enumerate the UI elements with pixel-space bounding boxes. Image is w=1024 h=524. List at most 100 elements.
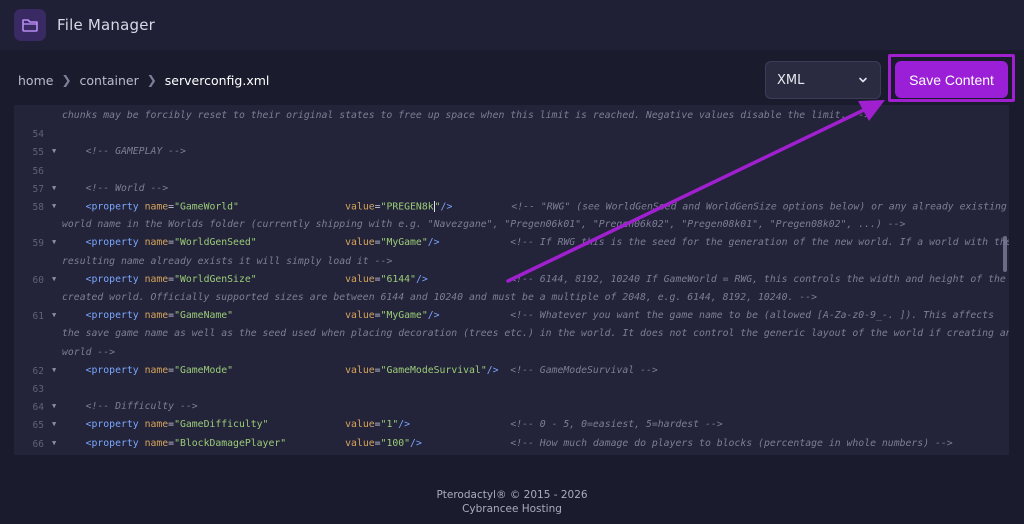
code-token: /> — [410, 437, 422, 449]
code-text: <!-- GAMEPLAY --> — [62, 146, 186, 157]
code-line[interactable]: 64 ▼ <!-- Difficulty --> — [14, 398, 1009, 416]
code-text: <property name="WorldGenSeed" value="MyG… — [62, 237, 1009, 248]
breadcrumb-home[interactable]: home — [18, 73, 53, 88]
app-title: File Manager — [57, 16, 156, 34]
footer-copyright: Pterodactyl® © 2015 - 2026 — [436, 489, 588, 501]
code-token: "MyGame" — [380, 310, 428, 322]
line-number: 62 — [32, 365, 44, 377]
code-line[interactable]: 63 — [14, 380, 1009, 398]
code-line[interactable]: 59 ▼ <property name="WorldGenSeed" value=… — [14, 234, 1009, 252]
code-token: /> — [427, 237, 440, 249]
code-token: /> — [486, 364, 499, 376]
line-number: 58 — [32, 202, 44, 213]
code-token: <!-- If RWG this is the seed for the gen… — [439, 237, 1009, 249]
top-bar: File Manager — [0, 0, 1024, 50]
code-token: world name in the Worlds folder (current… — [62, 219, 906, 231]
line-number: 66 — [32, 438, 44, 450]
code-line[interactable]: chunks may be forcibly reset to their or… — [14, 107, 1009, 125]
code-token: resulting name already exists it will si… — [62, 255, 393, 267]
fold-toggle-icon[interactable]: ▼ — [52, 275, 56, 283]
fold-toggle-icon[interactable]: ▼ — [52, 202, 56, 210]
code-text: <property name="GameMode" value="GameMod… — [62, 365, 658, 376]
code-line[interactable]: the save game name as well as the seed u… — [14, 325, 1009, 343]
fold-toggle-icon[interactable]: ▼ — [52, 184, 56, 192]
code-line[interactable]: 55 ▼ <!-- GAMEPLAY --> — [14, 143, 1009, 161]
code-token: value — [345, 419, 375, 431]
code-text: <property name="GameName" value="MyGame"… — [62, 310, 994, 321]
code-line[interactable]: 61 ▼ <property name="GameName" value="MyG… — [14, 307, 1009, 325]
line-number: 63 — [32, 384, 44, 395]
code-line[interactable]: 62 ▼ <property name="GameMode" value="Gam… — [14, 362, 1009, 380]
code-token: <!-- How much damage do players to block… — [421, 437, 953, 449]
chevron-right-icon: ❯ — [61, 73, 72, 87]
code-text: <property name="GameDifficulty" value="1… — [62, 419, 723, 430]
code-text: created world. Officially supported size… — [62, 292, 817, 303]
code-text: world --> — [62, 347, 115, 358]
code-line[interactable]: 56 — [14, 162, 1009, 180]
code-editor[interactable]: chunks may be forcibly reset to their or… — [14, 105, 1009, 455]
code-text: world name in the Worlds folder (current… — [62, 219, 905, 230]
code-line[interactable]: 60 ▼ <property name="WorldGenSize" value=… — [14, 271, 1009, 289]
language-select[interactable]: XML — [765, 61, 881, 99]
code-token: /> — [440, 201, 453, 213]
footer: Pterodactyl® © 2015 - 2026 Cybrancee Hos… — [0, 488, 1024, 516]
code-token: name — [144, 419, 169, 431]
fold-toggle-icon[interactable]: ▼ — [52, 147, 56, 155]
fold-toggle-icon[interactable]: ▼ — [52, 439, 56, 447]
fold-toggle-icon[interactable]: ▼ — [52, 311, 56, 319]
fold-toggle-icon[interactable]: ▼ — [52, 420, 56, 428]
code-token: value — [345, 201, 375, 213]
line-number: 64 — [32, 402, 44, 414]
code-token: <!-- "RWG" (see WorldGenSeed and WorldGe… — [452, 201, 1007, 213]
code-token: <!-- 0 - 5, 0=easiest, 5=hardest --> — [410, 419, 723, 431]
code-line[interactable]: 57 ▼ <!-- World --> — [14, 180, 1009, 198]
breadcrumb: home ❯ container ❯ serverconfig.xml — [18, 72, 269, 88]
code-text: <!-- World --> — [62, 182, 169, 194]
code-token: "GameModeSurvival" — [380, 364, 487, 376]
code-token: value — [345, 273, 375, 285]
code-line[interactable]: 65 ▼ <property name="GameDifficulty" valu… — [14, 416, 1009, 434]
code-token: the save game name as well as the seed u… — [62, 328, 1009, 340]
code-token: name — [144, 237, 169, 249]
language-select-value: XML — [777, 72, 805, 88]
code-token: value — [345, 364, 375, 376]
line-number: 61 — [32, 311, 44, 323]
code-text: <property name="GameWorld" value="PREGEN… — [62, 201, 1007, 213]
code-line[interactable]: resulting name already exists it will si… — [14, 253, 1009, 271]
fold-toggle-icon[interactable]: ▼ — [52, 238, 56, 246]
code-token: <property — [62, 201, 145, 213]
breadcrumb-current-file: serverconfig.xml — [164, 72, 270, 88]
breadcrumb-container[interactable]: container — [80, 73, 139, 88]
code-line[interactable]: 66 ▼ <property name="BlockDamagePlayer" v… — [14, 435, 1009, 453]
code-token: <property — [62, 419, 145, 431]
code-token: name — [144, 364, 169, 376]
code-token: value — [345, 437, 375, 449]
code-text: resulting name already exists it will si… — [62, 256, 392, 267]
code-token: "GameMode" — [174, 364, 234, 376]
code-token: <property — [62, 310, 145, 322]
code-token: <!-- World --> — [62, 182, 169, 194]
code-text: <property name="BlockDamagePlayer" value… — [62, 438, 953, 449]
fold-toggle-icon[interactable]: ▼ — [52, 402, 56, 410]
code-token: <!-- 6144, 8192, 10240 If GameWorld = RW… — [427, 273, 1006, 285]
chevron-right-icon: ❯ — [146, 73, 157, 87]
code-token: name — [144, 437, 169, 449]
folder-logo-icon[interactable] — [14, 9, 46, 41]
code-text: chunks may be forcibly reset to their or… — [62, 110, 870, 121]
code-token: <property — [62, 273, 145, 285]
chevron-down-icon — [859, 77, 867, 83]
save-content-button[interactable]: Save Content — [895, 61, 1008, 98]
line-number: 55 — [32, 147, 44, 159]
code-line[interactable]: created world. Officially supported size… — [14, 289, 1009, 307]
code-token: <property — [62, 364, 145, 376]
fold-toggle-icon[interactable]: ▼ — [52, 366, 56, 374]
code-line[interactable]: world --> — [14, 344, 1009, 362]
code-token: value — [345, 237, 375, 249]
code-token: world --> — [62, 346, 116, 358]
code-line[interactable]: world name in the Worlds folder (current… — [14, 216, 1009, 234]
code-line[interactable]: 54 — [14, 125, 1009, 143]
code-line[interactable]: 58 ▼ <property name="GameWorld" value="PR… — [14, 198, 1009, 216]
